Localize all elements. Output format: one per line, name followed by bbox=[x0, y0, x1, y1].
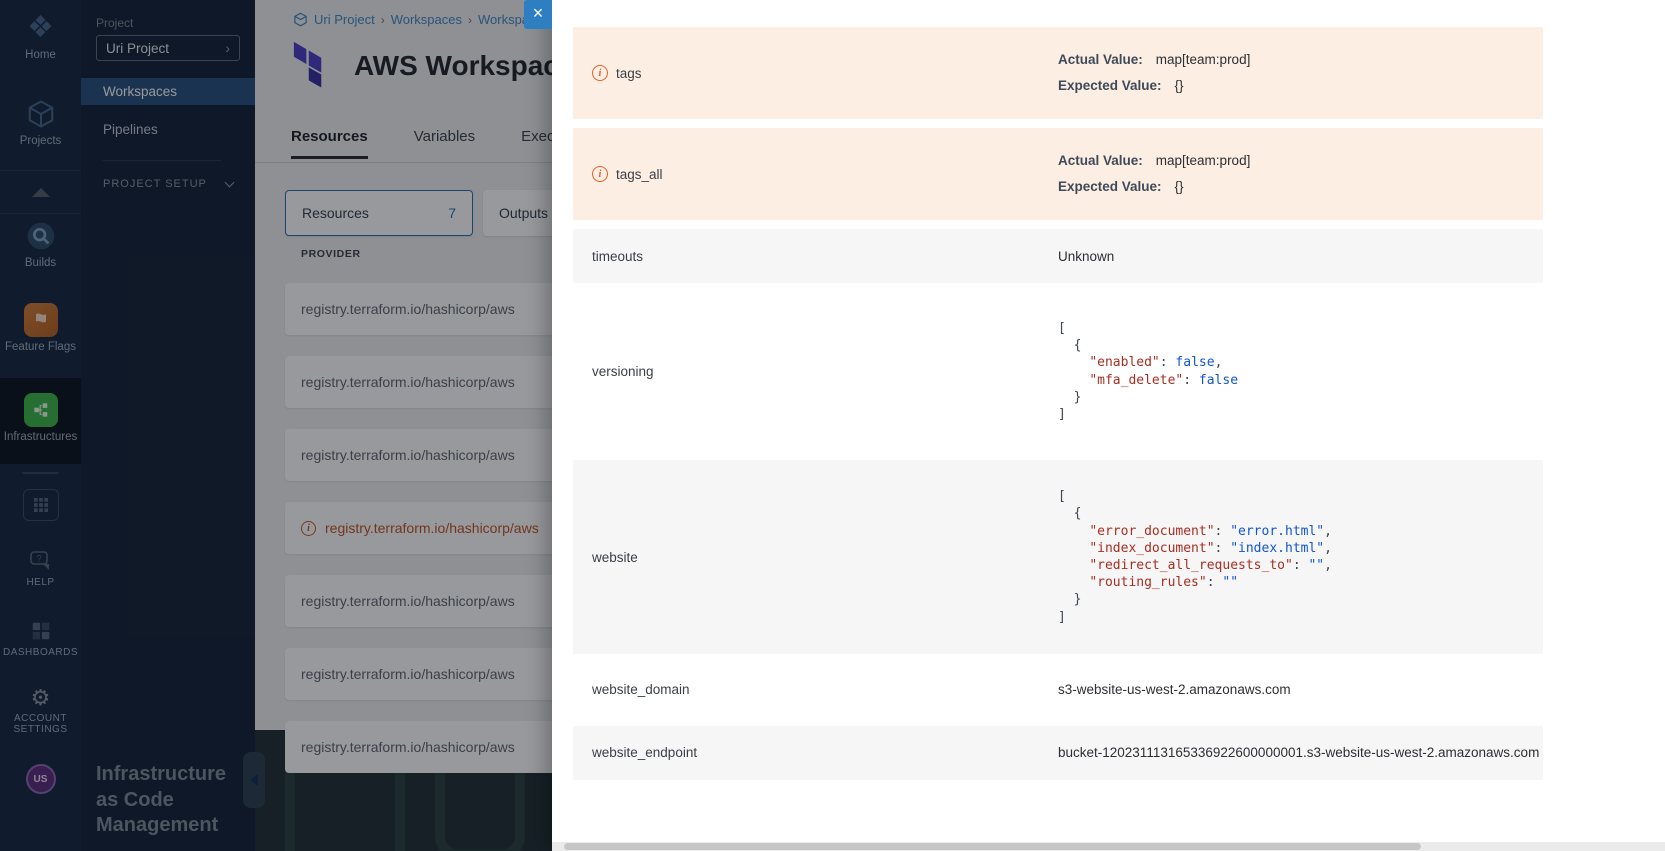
attribute-row: timeouts Unknown bbox=[573, 229, 1543, 283]
attribute-value: Unknown bbox=[1058, 249, 1543, 264]
json-code-block: [ { "error_document": "error.html", "ind… bbox=[1058, 488, 1543, 626]
value-label: Actual Value: bbox=[1058, 50, 1143, 70]
close-drawer-button[interactable]: × bbox=[524, 0, 552, 29]
attribute-list: itagsActual Value:map[team:prod]Expected… bbox=[573, 27, 1543, 831]
attribute-drawer: × itagsActual Value:map[team:prod]Expect… bbox=[552, 0, 1665, 851]
scrollbar-thumb[interactable] bbox=[564, 843, 1421, 850]
attribute-name: tags_all bbox=[616, 167, 663, 182]
attribute-value: bucket-120231113165336922600000001.s3-we… bbox=[1058, 745, 1543, 760]
attribute-row: i tags_all Actual Value: map[team:prod] Expe… bbox=[573, 128, 1543, 220]
attribute-name: versioning bbox=[592, 364, 654, 379]
close-icon: × bbox=[533, 3, 544, 23]
attribute-name: tags bbox=[616, 66, 642, 81]
attribute-row: website_domain s3-website-us-west-2.amazo… bbox=[573, 663, 1543, 717]
attribute-value: Actual Value: map[team:prod] Expected Valu… bbox=[1058, 146, 1543, 203]
horizontal-scrollbar bbox=[552, 842, 1665, 851]
value-label: Expected Value: bbox=[1058, 177, 1162, 197]
attribute-row: website [ { "error_document": "error.html… bbox=[573, 460, 1543, 654]
attribute-value: [ { "error_document": "error.html", "ind… bbox=[1058, 488, 1543, 626]
value-label: Expected Value: bbox=[1058, 76, 1162, 96]
attribute-name: timeouts bbox=[592, 249, 643, 264]
json-code-block: [ { "enabled": false, "mfa_delete": fals… bbox=[1058, 320, 1543, 423]
value-text: {} bbox=[1175, 76, 1184, 96]
attribute-name: website_domain bbox=[592, 682, 690, 697]
attribute-row: website_endpoint bucket-12023111316533692… bbox=[573, 726, 1543, 780]
attribute-value: Actual Value: map[team:prod] Expected Valu… bbox=[1058, 45, 1543, 102]
attribute-row: versioning [ { "enabled": false, "mfa_del… bbox=[573, 292, 1543, 451]
drift-info-icon: i bbox=[592, 166, 608, 182]
attribute-row: itags Actual Value: map[team:prod] Expected… bbox=[573, 27, 1543, 119]
attribute-name: website bbox=[592, 550, 638, 565]
attribute-value: s3-website-us-west-2.amazonaws.com bbox=[1058, 682, 1543, 697]
drift-info-icon: i bbox=[592, 65, 608, 81]
value-text: {} bbox=[1175, 177, 1184, 197]
value-text: map[team:prod] bbox=[1156, 50, 1251, 70]
attribute-value: [ { "enabled": false, "mfa_delete": fals… bbox=[1058, 320, 1543, 423]
value-label: Actual Value: bbox=[1058, 151, 1143, 171]
attribute-name: website_endpoint bbox=[592, 745, 697, 760]
value-text: map[team:prod] bbox=[1156, 151, 1251, 171]
